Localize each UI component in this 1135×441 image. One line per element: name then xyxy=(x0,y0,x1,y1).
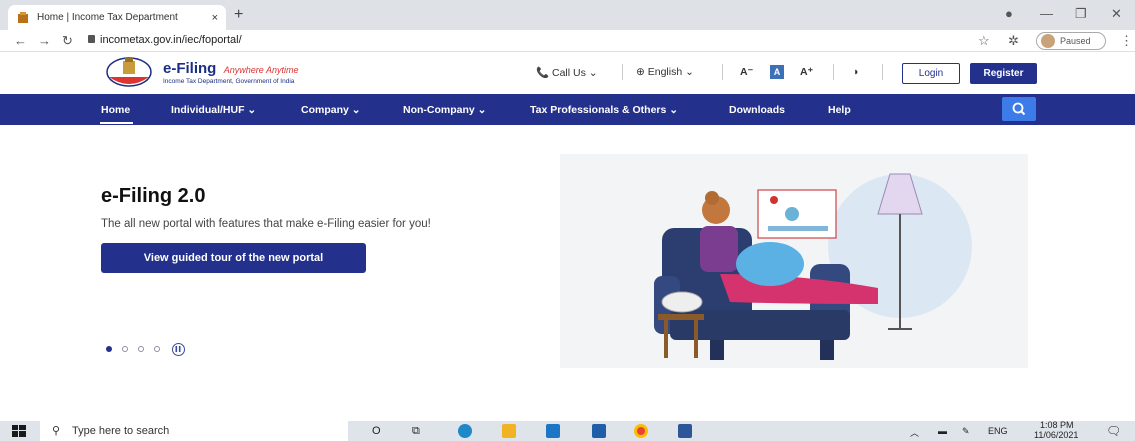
govt-emblem-logo-icon[interactable] xyxy=(106,55,152,89)
nav-tax-professionals[interactable]: Tax Professionals & Others ⌄ xyxy=(530,104,678,116)
carousel-pause-icon[interactable] xyxy=(172,343,185,356)
extensions-icon[interactable]: ✲ xyxy=(1008,33,1019,49)
network-icon[interactable]: ▬ xyxy=(938,426,947,436)
cortana-icon[interactable]: O xyxy=(372,425,381,437)
carousel-dot[interactable] xyxy=(122,346,128,352)
browser-tab[interactable]: Home | Income Tax Department × xyxy=(8,5,226,30)
forward-icon[interactable]: → xyxy=(38,33,51,48)
profile-status: Paused xyxy=(1060,36,1091,46)
word-icon[interactable] xyxy=(678,424,692,438)
font-decrease-button[interactable]: A⁻ xyxy=(740,66,753,78)
clock-date[interactable]: 11/06/2021 xyxy=(1034,430,1078,440)
phone-icon: 📞 xyxy=(536,67,550,79)
nav-company[interactable]: Company ⌄ xyxy=(301,104,361,116)
lock-icon xyxy=(88,35,95,43)
tab-close-icon[interactable]: × xyxy=(212,12,218,24)
login-button[interactable]: Login xyxy=(902,63,960,84)
url-field[interactable]: incometax.gov.in/iec/foportal/ xyxy=(100,34,242,46)
carousel-dot[interactable] xyxy=(138,346,144,352)
reload-icon[interactable]: ↻ xyxy=(62,33,73,49)
chevron-down-icon: ⌄ xyxy=(669,104,679,116)
emblem-favicon-icon xyxy=(18,11,28,23)
windows-start-icon[interactable] xyxy=(12,425,26,437)
chrome-icon[interactable] xyxy=(634,424,648,438)
nav-home[interactable]: Home xyxy=(101,104,130,116)
main-nav: Home Individual/HUF ⌄ Company ⌄ Non-Comp… xyxy=(0,94,1135,125)
close-window-icon[interactable]: ✕ xyxy=(1111,6,1122,22)
divider xyxy=(833,64,834,80)
nav-non-company[interactable]: Non-Company ⌄ xyxy=(403,104,486,116)
nav-downloads[interactable]: Downloads xyxy=(729,104,785,116)
avatar xyxy=(1041,34,1055,48)
call-us-menu[interactable]: 📞 Call Us ⌄ xyxy=(536,66,598,79)
browser-tab-strip: Home | Income Tax Department × + ● — ❐ ✕ xyxy=(0,0,1135,30)
back-icon[interactable]: ← xyxy=(14,33,27,48)
address-bar: ← → ↻ incometax.gov.in/iec/foportal/ ☆ ✲… xyxy=(0,30,1135,52)
new-tab-button[interactable]: + xyxy=(234,6,243,24)
profile-dot-icon[interactable]: ● xyxy=(1005,6,1013,21)
tray-chevron-up-icon[interactable]: ︿ xyxy=(910,426,919,439)
carousel-dot[interactable] xyxy=(106,346,112,352)
task-view-icon[interactable]: ⧉ xyxy=(412,425,420,438)
chevron-down-icon: ⌄ xyxy=(247,104,257,116)
clock-time[interactable]: 1:08 PM xyxy=(1040,420,1074,430)
brand-tagline: Anywhere Anytime xyxy=(223,65,299,75)
active-nav-indicator xyxy=(100,122,133,124)
divider xyxy=(622,64,623,80)
minimize-icon[interactable]: — xyxy=(1040,6,1053,21)
divider xyxy=(722,64,723,80)
search-button[interactable] xyxy=(1002,97,1036,121)
store-icon[interactable] xyxy=(592,424,606,438)
nav-individual-huf[interactable]: Individual/HUF ⌄ xyxy=(171,104,256,116)
chevron-down-icon: ⌄ xyxy=(477,104,487,116)
globe-icon: ⊕ xyxy=(636,66,645,78)
search-icon: ⚲ xyxy=(52,425,61,437)
nav-help[interactable]: Help xyxy=(828,104,851,116)
profile-button[interactable]: Paused xyxy=(1036,32,1106,50)
pen-icon[interactable]: ✎ xyxy=(962,426,970,437)
language-indicator[interactable]: ENG xyxy=(988,426,1008,436)
contrast-toggle-icon[interactable]: ◑ xyxy=(852,66,858,78)
edge-icon[interactable] xyxy=(458,424,472,438)
site-header: e-Filing Anywhere Anytime Income Tax Dep… xyxy=(0,52,1135,94)
mail-icon[interactable] xyxy=(546,424,560,438)
register-button[interactable]: Register xyxy=(970,63,1037,84)
search-icon xyxy=(1012,102,1026,116)
menu-kebab-icon[interactable]: ⋮ xyxy=(1120,33,1133,49)
language-select[interactable]: ⊕ English ⌄ xyxy=(636,66,694,78)
brand-subtitle: Income Tax Department, Government of Ind… xyxy=(163,78,295,85)
hero-illustration xyxy=(560,154,1028,368)
file-explorer-icon[interactable] xyxy=(502,424,516,438)
divider xyxy=(882,64,883,80)
guided-tour-button[interactable]: View guided tour of the new portal xyxy=(101,243,366,273)
font-increase-button[interactable]: A⁺ xyxy=(800,66,813,78)
hero-subtitle: The all new portal with features that ma… xyxy=(101,218,431,230)
chevron-down-icon: ⌄ xyxy=(351,104,361,116)
brand-name: e-Filing xyxy=(163,60,217,77)
notifications-icon[interactable]: 🗨 xyxy=(1106,424,1121,438)
hero-title: e-Filing 2.0 xyxy=(101,185,206,207)
tab-title: Home | Income Tax Department xyxy=(37,12,178,23)
maximize-icon[interactable]: ❐ xyxy=(1075,6,1087,22)
font-normal-button[interactable]: A xyxy=(770,65,784,79)
bookmark-star-icon[interactable]: ☆ xyxy=(978,33,990,49)
carousel-dot[interactable] xyxy=(154,346,160,352)
taskbar-search-input[interactable]: ⚲ Type here to search xyxy=(40,421,348,441)
windows-taskbar: ⚲ Type here to search O ⧉ ︿ ▬ ✎ ENG 1:08… xyxy=(0,420,1135,441)
efiling-brand[interactable]: e-Filing Anywhere Anytime Income Tax Dep… xyxy=(163,60,298,85)
